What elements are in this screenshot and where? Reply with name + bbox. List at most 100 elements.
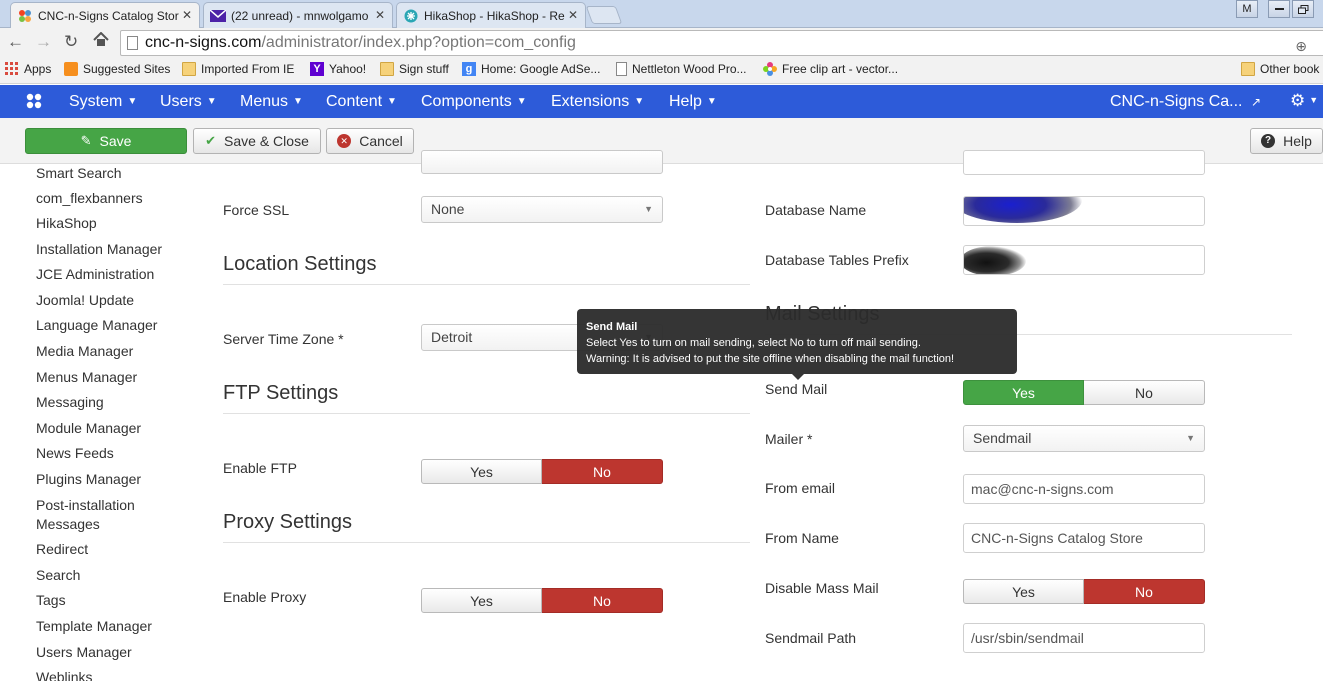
joomla-logo-icon[interactable] [25,92,43,115]
sidebar-item-hikashop[interactable]: HikaShop [36,214,97,232]
proxy-settings-title: Proxy Settings [223,511,352,533]
sidebar-item-search[interactable]: Search [36,566,80,584]
cut-off-input[interactable] [963,150,1205,175]
force-ssl-select[interactable]: None ▼ [421,196,663,223]
menu-label: Users [160,93,202,110]
browser-tab-hikashop[interactable]: HikaShop - HikaShop - Re ✕ [396,2,586,28]
menu-label: Menus [240,93,289,110]
sidebar-item-post-installation[interactable]: Post-installation [36,496,135,514]
gear-icon[interactable]: ⚙ ▼ [1290,91,1318,111]
menu-extensions[interactable]: Extensions ▼ [551,93,644,111]
browser-tab-mail[interactable]: (22 unread) - mnwolgamo ✕ [203,2,393,28]
menu-system[interactable]: System ▼ [69,93,137,111]
save-button[interactable]: ✎ Save [25,128,187,154]
redacted-scribble [964,197,1082,223]
bookmark-label: Apps [24,62,52,76]
bookmark-imported-from-ie[interactable]: Imported From IE [182,62,294,76]
profile-badge[interactable]: M [1236,0,1258,18]
sendmail-path-label: Sendmail Path [765,630,857,646]
sidebar-item-tags[interactable]: Tags [36,591,66,609]
divider [223,542,750,543]
close-tab-icon[interactable]: ✕ [568,8,578,22]
send-mail-no[interactable]: No [1084,380,1205,405]
menu-menus[interactable]: Menus ▼ [240,93,303,111]
sidebar-item-installation-manager[interactable]: Installation Manager [36,240,162,258]
bookmark-yahoo[interactable]: Y Yahoo! [310,62,366,76]
disable-mass-mail-toggle: Yes No [963,579,1205,604]
force-ssl-value: None [431,201,465,217]
enable-proxy-no[interactable]: No [542,588,663,613]
new-tab-button[interactable] [585,6,623,24]
back-arrow-icon[interactable]: ← [7,32,24,52]
site-link[interactable]: CNC-n-Signs Ca... ↗ [1110,93,1261,111]
sidebar-item-weblinks[interactable]: Weblinks [36,668,93,681]
cancel-button[interactable]: ✕ Cancel [326,128,414,154]
forward-arrow-icon[interactable]: → [35,32,52,52]
reload-icon[interactable]: ↻ [64,32,78,52]
sidebar-item-language-manager[interactable]: Language Manager [36,316,157,334]
url-input[interactable]: cnc-n-signs.com/administrator/index.php?… [120,30,1323,56]
menu-label: Components [421,93,512,110]
other-bookmarks[interactable]: Other book [1241,62,1319,76]
tab-title: HikaShop - HikaShop - Re [424,8,565,23]
disable-mass-mail-no[interactable]: No [1084,579,1205,604]
sidebar-item-news-feeds[interactable]: News Feeds [36,444,114,462]
menu-components[interactable]: Components ▼ [421,93,527,111]
disable-mass-mail-yes[interactable]: Yes [963,579,1084,604]
menu-users[interactable]: Users ▼ [160,93,217,111]
server-time-zone-value: Detroit [431,329,473,345]
enable-proxy-yes[interactable]: Yes [421,588,542,613]
close-tab-icon[interactable]: ✕ [375,8,385,22]
restore-icon[interactable] [1292,0,1314,18]
sidebar-item-joomla-update[interactable]: Joomla! Update [36,291,134,309]
chevron-down-icon: ▼ [644,204,653,214]
sendmail-path-input[interactable]: /usr/sbin/sendmail [963,623,1205,653]
apps-grid-icon [5,62,19,76]
sidebar-item-template-manager[interactable]: Template Manager [36,617,152,635]
send-mail-label: Send Mail [765,381,828,397]
sidebar-item-post-installation-messages[interactable]: Messages [36,515,100,533]
save-close-button[interactable]: ✔ Save & Close [193,128,321,154]
caret-down-icon: ▼ [387,96,397,107]
database-name-input[interactable] [963,196,1205,226]
enable-ftp-yes[interactable]: Yes [421,459,542,484]
tab-title: (22 unread) - mnwolgamo [231,8,369,23]
from-name-input[interactable]: CNC-n-Signs Catalog Store [963,523,1205,553]
sidebar-item-smart-search[interactable]: Smart Search [36,164,122,182]
caret-down-icon: ▼ [206,96,217,107]
location-settings-title: Location Settings [223,253,377,275]
browser-tab-joomla[interactable]: CNC-n-Signs Catalog Stor ✕ [10,2,200,28]
bookmark-google-adsense[interactable]: g Home: Google AdSe... [462,62,600,76]
cut-off-select[interactable] [421,150,663,174]
sidebar-item-menus-manager[interactable]: Menus Manager [36,368,137,386]
sidebar-item-messaging[interactable]: Messaging [36,393,104,411]
send-mail-yes[interactable]: Yes [963,380,1084,405]
home-icon[interactable] [93,31,109,52]
menu-help[interactable]: Help ▼ [669,93,717,111]
bookmark-sign-stuff[interactable]: Sign stuff [380,62,449,76]
help-button[interactable]: ? Help [1250,128,1323,154]
sidebar-item-jce-administration[interactable]: JCE Administration [36,265,154,283]
sidebar-item-redirect[interactable]: Redirect [36,540,88,558]
sidebar-item-module-manager[interactable]: Module Manager [36,419,141,437]
bookmark-apps[interactable]: Apps [5,62,51,76]
close-tab-icon[interactable]: ✕ [182,8,192,22]
from-name-label: From Name [765,530,839,546]
mailer-select[interactable]: Sendmail ▼ [963,425,1205,452]
help-label: Help [1283,133,1312,149]
bookmark-nettleton-wood[interactable]: Nettleton Wood Pro... [616,62,747,76]
sidebar-item-com-flexbanners[interactable]: com_flexbanners [36,189,143,207]
bookmark-free-clip-art[interactable]: Free clip art - vector... [763,62,898,76]
database-tables-prefix-input[interactable] [963,245,1205,275]
page-icon [127,36,138,50]
enable-ftp-no[interactable]: No [542,459,663,484]
menu-content[interactable]: Content ▼ [326,93,397,111]
sidebar-item-media-manager[interactable]: Media Manager [36,342,133,360]
minimize-icon[interactable] [1268,0,1290,18]
from-email-input[interactable]: mac@cnc-n-signs.com [963,474,1205,504]
sidebar-item-plugins-manager[interactable]: Plugins Manager [36,470,141,488]
sidebar-item-users-manager[interactable]: Users Manager [36,643,132,661]
bookmark-suggested-sites[interactable]: Suggested Sites [64,62,170,76]
zoom-icon[interactable]: ⊕ [1295,34,1307,58]
bookmark-label: Free clip art - vector... [782,62,899,76]
